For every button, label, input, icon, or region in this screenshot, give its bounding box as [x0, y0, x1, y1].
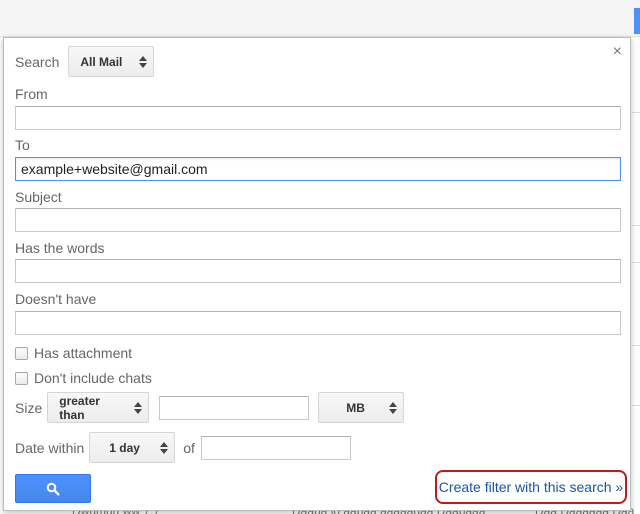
updown-arrows-icon	[134, 401, 143, 414]
size-label: Size	[15, 399, 43, 416]
has-attachment-row: Has attachment	[15, 345, 132, 361]
background-divider	[632, 345, 640, 346]
has-attachment-checkbox[interactable]	[15, 346, 28, 360]
date-within-value: 1 day	[109, 440, 140, 455]
dont-include-chats-row: Don't include chats	[15, 370, 152, 386]
dont-include-chats-checkbox[interactable]	[15, 371, 28, 385]
subject-field[interactable]	[15, 208, 621, 232]
size-operator-value: greater than	[59, 393, 100, 422]
background-divider	[632, 262, 640, 263]
size-unit-value: MB	[346, 400, 365, 415]
background-divider	[632, 405, 640, 406]
search-scope-value: All Mail	[80, 54, 123, 69]
size-operator-select[interactable]: greater than	[47, 392, 150, 423]
create-filter-link[interactable]: Create filter with this search »	[435, 470, 627, 504]
doesnt-have-field[interactable]	[15, 311, 621, 335]
background-blue-tab	[634, 8, 640, 34]
has-attachment-label: Has attachment	[34, 345, 133, 361]
background-divider	[632, 225, 640, 226]
search-icon	[46, 482, 60, 496]
to-label: To	[15, 137, 30, 153]
has-words-label: Has the words	[15, 240, 105, 256]
background-top-bar	[0, 0, 640, 37]
updown-arrows-icon	[160, 441, 169, 454]
date-within-row: Date within 1 day of	[15, 432, 351, 463]
doesnt-have-label: Doesn't have	[15, 291, 97, 307]
size-unit-select[interactable]: MB	[318, 392, 405, 423]
close-icon[interactable]: ×	[613, 43, 622, 61]
search-scope-row: Search All Mail	[15, 46, 155, 77]
search-label: Search	[15, 53, 60, 70]
background-divider	[632, 112, 640, 113]
advanced-search-dialog: × Search All Mail From To Subject Has th…	[3, 37, 631, 511]
subject-label: Subject	[15, 189, 62, 205]
create-filter-label: Create filter with this search »	[438, 479, 624, 495]
has-words-field[interactable]	[15, 259, 621, 283]
date-within-label: Date within	[15, 439, 85, 456]
from-field[interactable]	[15, 106, 621, 130]
to-field[interactable]	[15, 157, 621, 181]
date-field[interactable]	[200, 435, 351, 460]
search-scope-select[interactable]: All Mail	[68, 46, 155, 77]
of-label: of	[183, 439, 195, 456]
updown-arrows-icon	[389, 401, 398, 414]
size-row: Size greater than MB	[15, 392, 405, 423]
date-within-select[interactable]: 1 day	[89, 432, 176, 463]
from-label: From	[15, 86, 48, 102]
size-value-field[interactable]	[159, 395, 310, 420]
updown-arrows-icon	[139, 55, 148, 68]
search-button[interactable]	[15, 474, 91, 503]
dont-include-chats-label: Don't include chats	[34, 370, 152, 386]
